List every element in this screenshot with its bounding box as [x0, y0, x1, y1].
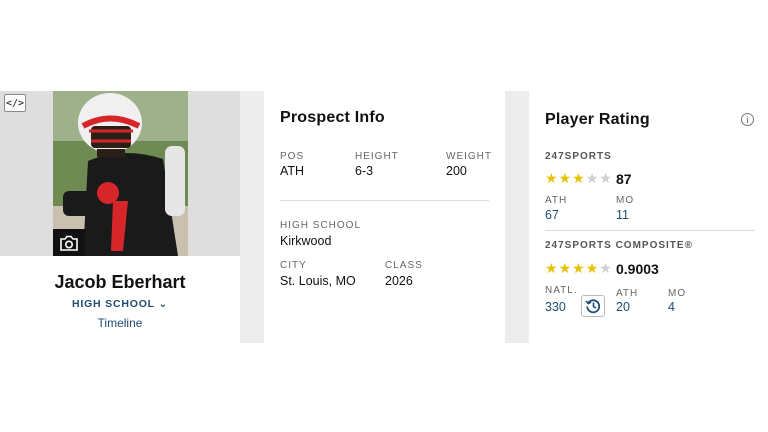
- timeline-link[interactable]: Timeline: [0, 316, 240, 330]
- 247-rank1-value[interactable]: 67: [545, 208, 559, 222]
- prospect-info-title: Prospect Info: [280, 109, 385, 126]
- star-icon: ★: [599, 170, 612, 186]
- composite-rank2-value[interactable]: 4: [668, 300, 675, 314]
- weight-label: WEIGHT: [446, 151, 492, 162]
- pos-label: POS: [280, 151, 305, 162]
- city-label: CITY: [280, 260, 307, 271]
- history-icon: [585, 299, 601, 314]
- divider: [545, 230, 755, 231]
- prospect-info-card: [264, 91, 505, 343]
- star-icon: ★: [572, 260, 585, 276]
- camera-button[interactable]: [53, 229, 85, 256]
- player-rating-title: Player Rating: [545, 111, 650, 128]
- history-button[interactable]: [581, 295, 605, 317]
- composite-rank1-value[interactable]: 20: [616, 300, 630, 314]
- chevron-down-icon: ⌄: [158, 298, 169, 310]
- 247sports-label: 247SPORTS: [545, 151, 612, 162]
- 247sports-stars: ★ ★ ★ ★ ★: [545, 171, 612, 185]
- height-label: HEIGHT: [355, 151, 399, 162]
- composite-label: 247SPORTS COMPOSITE®: [545, 240, 693, 251]
- star-icon: ★: [545, 260, 558, 276]
- star-icon: ★: [558, 260, 572, 276]
- star-icon: ★: [585, 170, 599, 186]
- weight-value: 200: [446, 164, 467, 178]
- divider: [280, 200, 489, 201]
- natl-label: NATL.: [545, 285, 578, 296]
- height-value: 6-3: [355, 164, 374, 178]
- star-icon: ★: [572, 170, 585, 186]
- 247sports-score: 87: [616, 171, 632, 187]
- composite-rank1-label: ATH: [616, 288, 639, 299]
- composite-stars: ★ ★ ★ ★ ★: [545, 261, 612, 275]
- 247-rank2-label: MO: [616, 195, 635, 206]
- class-label: CLASS: [385, 260, 423, 271]
- pos-value: ATH: [280, 164, 305, 178]
- composite-score: 0.9003: [616, 261, 659, 277]
- high-school-label: HIGH SCHOOL: [280, 220, 362, 231]
- star-icon: ★: [599, 260, 612, 276]
- high-school-value: Kirkwood: [280, 234, 332, 248]
- city-value: St. Louis, MO: [280, 274, 356, 288]
- star-icon: ★: [545, 170, 558, 186]
- natl-value[interactable]: 330: [545, 300, 566, 314]
- star-icon: ★: [558, 170, 572, 186]
- 247-rank2-value[interactable]: 11: [616, 208, 629, 222]
- school-level-menu[interactable]: HIGH SCHOOL ⌄: [0, 298, 240, 310]
- camera-icon: [60, 235, 78, 251]
- star-icon: ★: [585, 260, 599, 276]
- code-icon[interactable]: </>: [4, 94, 26, 112]
- player-name: Jacob Eberhart: [54, 272, 186, 292]
- school-level-label: HIGH SCHOOL: [71, 298, 155, 310]
- composite-rank2-label: MO: [668, 288, 687, 299]
- 247-rank1-label: ATH: [545, 195, 568, 206]
- info-icon[interactable]: i: [741, 113, 754, 126]
- class-value: 2026: [385, 274, 413, 288]
